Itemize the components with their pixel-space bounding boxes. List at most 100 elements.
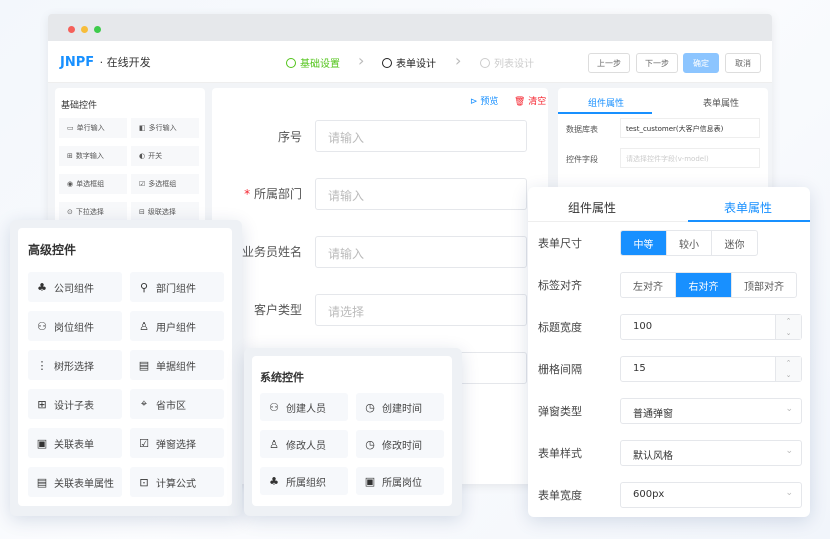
org-icon: ♣ (269, 474, 279, 488)
db-select[interactable]: test_customer(大客户信息表) (620, 118, 760, 138)
chevron-down-icon: ⌄ (785, 446, 793, 456)
system-controls-card: 系统控件 ⚇ 创建人员 ◷ 创建时间 ♙ 修改人员 ◷ 修改时间 ♣ 所属组织 ▣ 所属岗位 (244, 348, 462, 516)
tab-indicator (558, 112, 652, 114)
control-formula[interactable]: ⊡ 计算公式 (130, 467, 224, 497)
clock-icon: ◷ (365, 437, 375, 451)
control-radio[interactable]: ◉ 单选框组 (59, 174, 127, 194)
circle-icon (480, 57, 490, 68)
user-plus-icon: ⚇ (37, 319, 47, 333)
popup-type-select[interactable]: 普通弹窗 ⌄ (620, 398, 802, 424)
step-basic[interactable]: 基础设置 (286, 55, 340, 70)
table-icon: ⊞ (37, 397, 47, 411)
preview-button[interactable]: ⊳ 预览 (470, 94, 498, 107)
prev-button[interactable]: 上一步 (588, 53, 630, 73)
calculator-icon: ⊡ (139, 475, 149, 489)
title-bar (48, 14, 772, 41)
tree-icon: ⋮ (36, 358, 48, 372)
control-organization[interactable]: ♣ 所属组织 (260, 467, 348, 495)
form-icon: ▣ (36, 436, 48, 450)
size-option-small[interactable]: 较小 (667, 231, 712, 255)
popup-type-label: 弹窗类型 (538, 405, 582, 418)
control-single-input[interactable]: ▭ 单行输入 (59, 118, 127, 138)
control-checkbox[interactable]: ☑ 多选框组 (131, 174, 199, 194)
control-user[interactable]: ♙ 用户组件 (130, 311, 224, 341)
control-select[interactable]: ⊙ 下拉选择 (59, 202, 127, 222)
size-segmented[interactable]: 中等 较小 迷你 (620, 230, 758, 256)
org-icon: ♣ (37, 280, 47, 294)
control-textarea[interactable]: ◧ 多行输入 (131, 118, 199, 138)
basic-controls-title: 基础控件 (61, 101, 98, 111)
control-creator[interactable]: ⚇ 创建人员 (260, 393, 348, 421)
next-button[interactable]: 下一步 (636, 53, 678, 73)
chevron-down-icon: ⌄ (785, 488, 793, 498)
gutter-label: 栅格间隔 (538, 363, 582, 376)
minimize-dot[interactable] (81, 26, 88, 33)
advanced-controls-card: 高级控件 ♣ 公司组件 ⚲ 部门组件 ⚇ 岗位组件 ♙ 用户组件 ⋮ 树形选择 ▤ 单据组件… (10, 220, 242, 516)
checkbox-icon: ☑ (139, 436, 149, 450)
label-width-input[interactable]: 100 ⌃ ⌄ (620, 314, 802, 340)
form-style-select[interactable]: 默认风格 ⌄ (620, 440, 802, 466)
form-width-label: 表单宽度 (538, 489, 582, 502)
clock-icon: ◷ (365, 400, 375, 414)
field-label: 序号 (277, 130, 302, 144)
serial-input[interactable]: 请输入 (315, 120, 527, 152)
tab-form-props[interactable]: 表单属性 (724, 199, 772, 216)
align-top[interactable]: 顶部对齐 (732, 273, 796, 297)
tab-form-props[interactable]: 表单属性 (703, 96, 739, 109)
confirm-button[interactable]: 确定 (683, 53, 719, 73)
chevron-right-icon: › (358, 51, 365, 70)
label-width-label: 标题宽度 (538, 321, 582, 334)
location-icon: ⌖ (140, 397, 148, 410)
control-related-attr[interactable]: ▤ 关联表单属性 (28, 467, 122, 497)
salesperson-input[interactable]: 请输入 (315, 236, 527, 268)
org-icon: ⚲ (139, 280, 149, 294)
form-props-card: 组件属性 表单属性 表单尺寸 中等 较小 迷你 标签对齐 左对齐 右对齐 顶部对… (528, 187, 810, 517)
control-company[interactable]: ♣ 公司组件 (28, 272, 122, 302)
field-label: * 所属部门 (244, 187, 302, 201)
chevron-down-icon: ⌄ (785, 404, 793, 414)
control-tree-select[interactable]: ⋮ 树形选择 (28, 350, 122, 380)
control-modifier[interactable]: ♙ 修改人员 (260, 430, 348, 458)
size-option-medium[interactable]: 中等 (621, 231, 667, 255)
maximize-dot[interactable] (94, 26, 101, 33)
check-circle-icon (286, 57, 296, 68)
stepper-icon[interactable]: ⌃ ⌄ (775, 357, 801, 381)
header: JNPF · 在线开发 基础设置 › 表单设计 › 列表设计 上一步 下一步 确… (48, 41, 772, 83)
field-select[interactable]: 请选择控件字段(v-model) (620, 148, 760, 168)
tab-component-props[interactable]: 组件属性 (588, 96, 624, 109)
tab-component-props[interactable]: 组件属性 (568, 199, 616, 216)
step-form-design[interactable]: 表单设计 (382, 55, 436, 70)
align-segmented[interactable]: 左对齐 右对齐 顶部对齐 (620, 272, 797, 298)
gutter-input[interactable]: 15 ⌃ ⌄ (620, 356, 802, 382)
form-width-select[interactable]: 600px ⌄ (620, 482, 802, 508)
close-dot[interactable] (68, 26, 75, 33)
user-plus-icon: ⚇ (269, 400, 279, 414)
customer-type-select[interactable]: 请选择 (315, 294, 527, 326)
control-number[interactable]: ⊞ 数字输入 (59, 146, 127, 166)
control-create-time[interactable]: ◷ 创建时间 (356, 393, 444, 421)
control-cascader[interactable]: ⊟ 级联选择 (131, 202, 199, 222)
align-right[interactable]: 右对齐 (676, 273, 732, 297)
control-department[interactable]: ⚲ 部门组件 (130, 272, 224, 302)
control-bill[interactable]: ▤ 单据组件 (130, 350, 224, 380)
db-label: 数据库表 (566, 125, 598, 134)
department-input[interactable]: 请输入 (315, 178, 527, 210)
step-list-design[interactable]: 列表设计 (480, 55, 534, 70)
control-position[interactable]: ⚇ 岗位组件 (28, 311, 122, 341)
control-popup-select[interactable]: ☑ 弹窗选择 (130, 428, 224, 458)
stepper-icon[interactable]: ⌃ ⌄ (775, 315, 801, 339)
size-label: 表单尺寸 (538, 237, 582, 250)
cancel-button[interactable]: 取消 (725, 53, 761, 73)
control-related-form[interactable]: ▣ 关联表单 (28, 428, 122, 458)
align-left[interactable]: 左对齐 (621, 273, 676, 297)
control-switch[interactable]: ◐ 开关 (131, 146, 199, 166)
control-subtable[interactable]: ⊞ 设计子表 (28, 389, 122, 419)
clear-button[interactable]: 🗑 清空 (514, 94, 546, 107)
user-edit-icon: ♙ (269, 437, 279, 451)
circle-icon (382, 57, 392, 68)
size-option-mini[interactable]: 迷你 (712, 231, 757, 255)
control-region[interactable]: ⌖ 省市区 (130, 389, 224, 419)
control-modify-time[interactable]: ◷ 修改时间 (356, 430, 444, 458)
control-post[interactable]: ▣ 所属岗位 (356, 467, 444, 495)
field-label: 控件字段 (566, 155, 598, 164)
